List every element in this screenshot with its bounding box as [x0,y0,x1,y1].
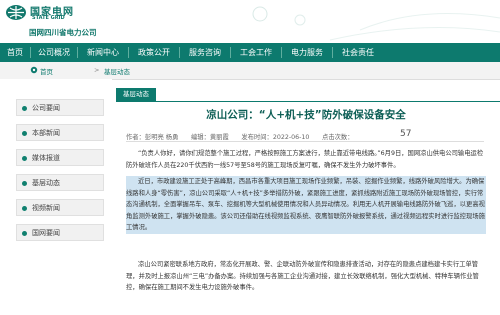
click-count: 57 [400,129,412,139]
tab-grassroots[interactable]: 基层动态 [116,88,156,101]
nav-item-responsibility[interactable]: 社会责任 [333,43,383,62]
sidebar-item-label: 基层动态 [32,179,60,187]
sidebar-item-label: 媒体报道 [32,154,60,162]
sidebar-item-hq-news[interactable]: 本部新闻 [16,124,104,141]
bullet-icon [22,181,27,186]
sidebar-item-video[interactable]: 视频新闻 [16,199,104,216]
sidebar: 公司要闻 本部新闻 媒体报道 基层动态 视频新闻 国网要闻 [0,79,112,315]
sidebar-item-media[interactable]: 媒体报道 [16,149,104,166]
breadcrumb-home[interactable]: 首页 [40,66,53,76]
section-tabbar: 基层动态 [116,88,500,102]
sidebar-item-grassroots[interactable]: 基层动态 [16,174,104,191]
logo-text-en: STATE GRID [32,15,65,21]
article-meta: 作者：彭明亮 杨勇 编辑：黄丽霞 发布时间：2022-06-10 点击次数： [126,134,354,141]
nav-item-news[interactable]: 新闻中心 [78,43,128,62]
article-area: 基层动态 凉山公司：“人+机+技”防外破保设备安全 作者：彭明亮 杨勇 编辑：黄… [112,79,500,315]
sidebar-item-label: 国网要闻 [32,229,60,237]
bullet-icon [22,106,27,111]
main-nav: 首页 公司概况 新闻中心 政策公开 服务咨询 工会工作 电力服务 社会责任 [0,43,500,62]
bullet-icon [22,156,27,161]
breadcrumb-separator: > [94,66,100,74]
article-title: 凉山公司：“人+机+技”防外破保设备安全 [206,109,406,121]
article-paragraph: “负责人你好，请你们规范整个施工过程，严格按照施工方案进行，禁止靠近带电线路。”… [126,150,484,169]
site-header: 国家电网 STATE GRID 国网四川省电力公司 [0,0,500,43]
sidebar-item-label: 本部新闻 [32,129,60,137]
bullet-icon [22,131,27,136]
nav-item-policy[interactable]: 政策公开 [129,43,179,62]
bullet-icon [22,206,27,211]
nav-item-about[interactable]: 公司概况 [31,43,77,62]
article-paragraph: 凉山公司紧密联系地方政府，常态化开展政、警、企联动防外破宣传和隐患排查活动，对存… [126,261,479,292]
nav-item-service[interactable]: 服务咨询 [180,43,230,62]
sidebar-item-label: 公司要闻 [32,104,60,112]
sidebar-item-label: 视频新闻 [32,204,60,212]
sidebar-item-sgcc-news[interactable]: 国网要闻 [16,224,104,241]
location-pin-icon [30,66,38,74]
nav-item-home[interactable]: 首页 [0,43,30,62]
nav-item-union[interactable]: 工会工作 [231,43,281,62]
divider [126,141,484,142]
breadcrumb: 首页 > 基层动态 [0,62,500,80]
state-grid-logo-icon [6,5,26,20]
breadcrumb-current[interactable]: 基层动态 [104,66,130,76]
sidebar-item-company-news[interactable]: 公司要闻 [16,99,104,116]
nav-item-power-service[interactable]: 电力服务 [282,43,332,62]
article-paragraph: 近日，市政建设施工正处于高峰期，西昌市各重大项目施工现场作业频繁，吊装、挖掘作业… [126,176,486,234]
bullet-icon [22,231,27,236]
company-name: 国网四川省电力公司 [29,28,97,37]
